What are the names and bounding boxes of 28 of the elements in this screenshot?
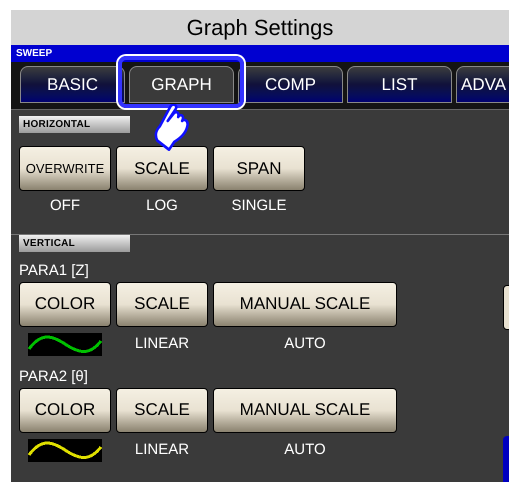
parameter-label: PARA2 [θ] xyxy=(19,366,89,386)
setting-button[interactable]: SCALE xyxy=(116,146,208,191)
parameter-button[interactable]: SCALE xyxy=(116,388,208,432)
tab[interactable]: LIST xyxy=(347,66,452,103)
setting-button[interactable]: OVERWRITE xyxy=(19,146,111,191)
section-label: VERTICAL xyxy=(19,234,130,252)
setting-value: OFF xyxy=(50,196,80,216)
window-title: Graph Settings xyxy=(11,10,509,45)
parameter-label: PARA1 [Z] xyxy=(19,260,90,280)
mode-bar: SWEEP xyxy=(11,45,509,62)
hand-pointer-icon xyxy=(152,104,190,151)
scale-value: LINEAR xyxy=(134,334,190,354)
tab[interactable]: BASIC xyxy=(20,66,125,103)
manual-scale-value: AUTO xyxy=(284,440,326,460)
manual-scale-value: AUTO xyxy=(284,334,326,354)
parameter-button[interactable]: COLOR xyxy=(19,282,111,326)
setting-value: LOG xyxy=(146,196,178,216)
parameter-button[interactable]: MANUAL SCALE xyxy=(213,282,397,326)
section-label: HORIZONTAL xyxy=(19,116,130,133)
setting-button[interactable]: SPAN xyxy=(213,146,305,191)
parameter-button[interactable]: SCALE xyxy=(116,282,208,326)
setting-value: SINGLE xyxy=(231,196,287,216)
parameter-button[interactable]: MANUAL SCALE xyxy=(213,388,397,432)
tab[interactable]: COMP xyxy=(238,66,343,103)
scale-value: LINEAR xyxy=(134,440,190,460)
parameter-button[interactable]: COLOR xyxy=(19,388,111,432)
tab[interactable]: GRAPH xyxy=(129,66,234,103)
tab[interactable]: ADVA xyxy=(456,66,509,103)
